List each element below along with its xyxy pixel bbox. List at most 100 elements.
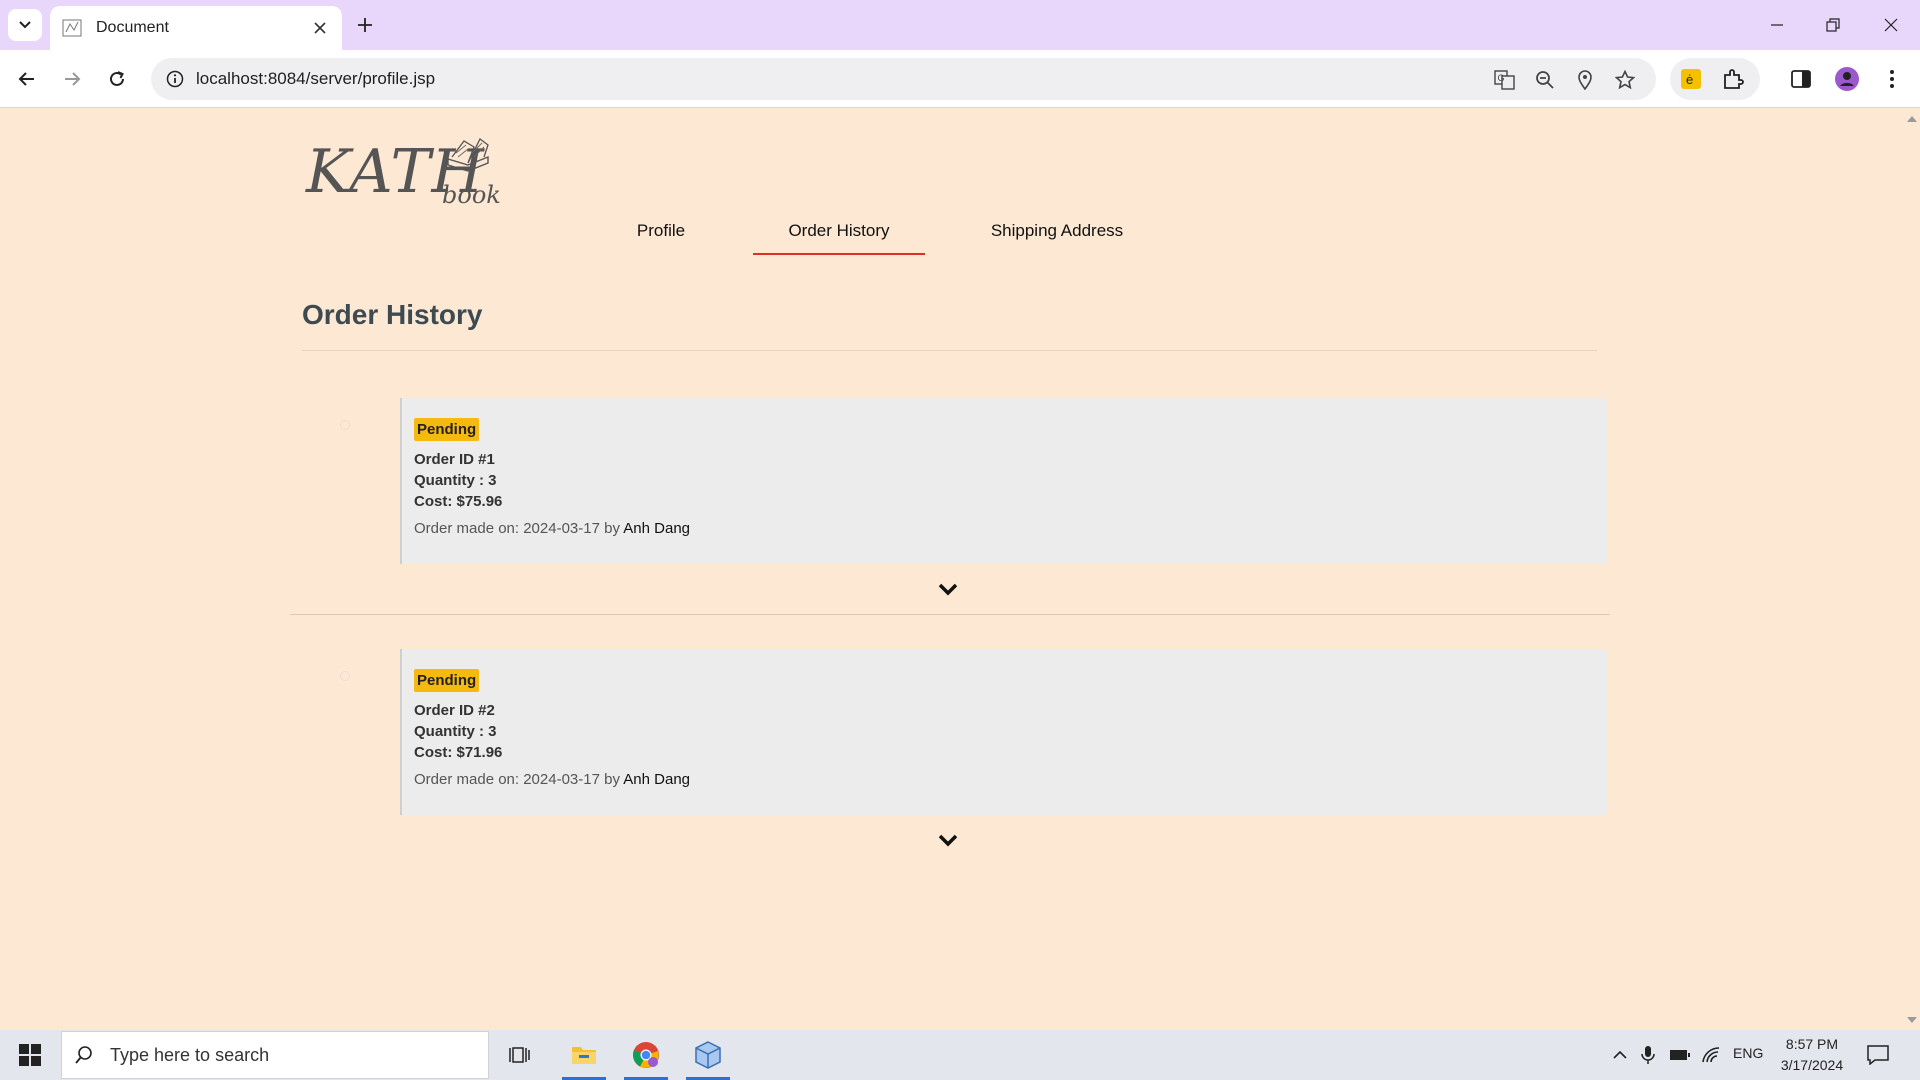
timeline-dot [340,420,350,430]
chrome-button[interactable] [618,1030,674,1080]
order-card: Pending Order ID #1 Quantity : 3 Cost: $… [400,398,1608,564]
chevron-down-icon [938,834,958,847]
arrow-right-icon [65,72,81,86]
plus-icon [358,18,372,32]
tab-order-history-label: Order History [788,221,890,240]
page-favicon-icon [62,19,82,37]
browser-tab-strip: Document [0,0,1920,50]
profile-avatar[interactable] [1831,63,1863,95]
order-user: Anh Dang [623,771,691,788]
avatar-icon [1835,67,1859,91]
minimize-icon [1771,24,1783,26]
start-button[interactable] [0,1030,60,1080]
back-button[interactable] [11,63,43,95]
browser-toolbar: localhost:8084/server/profile.jsp G ė [0,50,1920,108]
reload-button[interactable] [101,63,133,95]
order-id: Order ID #2 [414,702,495,719]
tab-profile[interactable]: Profile [620,211,702,255]
scroll-up-arrow-icon[interactable] [1907,116,1917,122]
order-date-text: Order made on: 2024-03-17 by [414,771,624,788]
order-meta: Order made on: 2024-03-17 by Anh Dang [414,771,1596,788]
notifications-button[interactable] [1866,1043,1890,1067]
book-icon [447,138,489,172]
page-title: Order History [302,299,483,330]
title-divider [302,350,1597,351]
order-cost: Cost: $75.96 [414,493,503,510]
close-icon[interactable] [310,18,330,38]
search-icon [75,1046,92,1064]
restore-icon [1826,18,1840,32]
zoom-icon[interactable] [1532,67,1558,93]
tab-search-button[interactable] [8,9,42,41]
chrome-icon [633,1042,659,1068]
extension-e-icon[interactable]: ė [1678,66,1704,92]
arrow-left-icon [18,72,34,86]
wifi-icon [1702,1047,1720,1063]
order-id: Order ID #1 [414,451,495,468]
windows-logo-icon [19,1044,41,1066]
scroll-down-arrow-icon[interactable] [1907,1017,1917,1023]
side-panel-button[interactable] [1785,63,1817,95]
chevron-down-icon [938,583,958,596]
language-indicator[interactable]: ENG [1733,1045,1763,1061]
expand-order-button[interactable] [936,831,960,849]
site-logo[interactable]: KATH book [302,131,502,211]
side-panel-icon [1791,70,1811,88]
order-quantity: Quantity : 3 [414,472,497,489]
extensions-group: ė [1670,58,1760,100]
tab-shipping-address-label: Shipping Address [990,221,1124,240]
file-explorer-button[interactable] [556,1030,612,1080]
more-vertical-icon [1890,70,1894,88]
timeline-dot [340,671,350,681]
chevron-down-icon [19,21,31,29]
page-content: KATH book Profile Order History Shipping… [0,109,1920,1030]
battery-icon [1670,1050,1690,1060]
notification-icon [1867,1045,1889,1065]
reload-icon [110,71,124,86]
cube-icon [695,1041,721,1069]
folder-icon [572,1047,596,1064]
task-view-button[interactable] [492,1030,548,1080]
bookmark-star-icon[interactable] [1612,67,1638,93]
status-badge: Pending [414,418,480,441]
address-bar[interactable]: localhost:8084/server/profile.jsp G [151,58,1656,100]
svg-text:ė: ė [1686,72,1693,87]
tab-order-history[interactable]: Order History [753,211,925,255]
task-view-icon [509,1047,530,1063]
browser-tab[interactable]: Document [50,6,342,50]
microphone-tray-button[interactable] [1636,1043,1660,1067]
expand-order-button[interactable] [936,580,960,598]
forward-button[interactable] [56,63,88,95]
status-badge: Pending [414,669,480,692]
close-window-button[interactable] [1876,10,1906,40]
restore-button[interactable] [1818,10,1848,40]
close-icon [1884,18,1898,32]
info-icon[interactable] [163,67,187,91]
logo-subtext: book [442,181,501,209]
new-tab-button[interactable] [352,12,378,38]
puzzle-icon[interactable] [1720,66,1746,92]
order-card: Pending Order ID #2 Quantity : 3 Cost: $… [400,649,1608,815]
taskbar-search-placeholder: Type here to search [110,1044,270,1065]
tab-title: Document [96,19,169,36]
browser-menu-button[interactable] [1876,63,1908,95]
translate-icon[interactable]: G [1492,67,1518,93]
location-icon[interactable] [1572,67,1598,93]
wifi-tray-button[interactable] [1699,1043,1723,1067]
tab-profile-label: Profile [636,221,686,240]
url-text[interactable]: localhost:8084/server/profile.jsp [196,69,435,89]
minimize-button[interactable] [1762,10,1792,40]
order-quantity: Quantity : 3 [414,723,497,740]
order-meta: Order made on: 2024-03-17 by Anh Dang [414,520,1596,537]
taskbar-search-box[interactable]: Type here to search [61,1031,489,1079]
microphone-icon [1641,1046,1655,1064]
order-user: Anh Dang [623,520,691,537]
tray-overflow-button[interactable] [1608,1043,1632,1067]
order-divider [290,614,1610,615]
vertical-scrollbar[interactable] [1903,109,1920,1030]
app-cube-button[interactable] [680,1030,736,1080]
battery-tray-button[interactable] [1668,1043,1692,1067]
clock[interactable]: 8:57 PM 3/17/2024 [1772,1034,1852,1076]
svg-text:G: G [1498,73,1505,83]
tab-shipping-address[interactable]: Shipping Address [980,211,1134,255]
